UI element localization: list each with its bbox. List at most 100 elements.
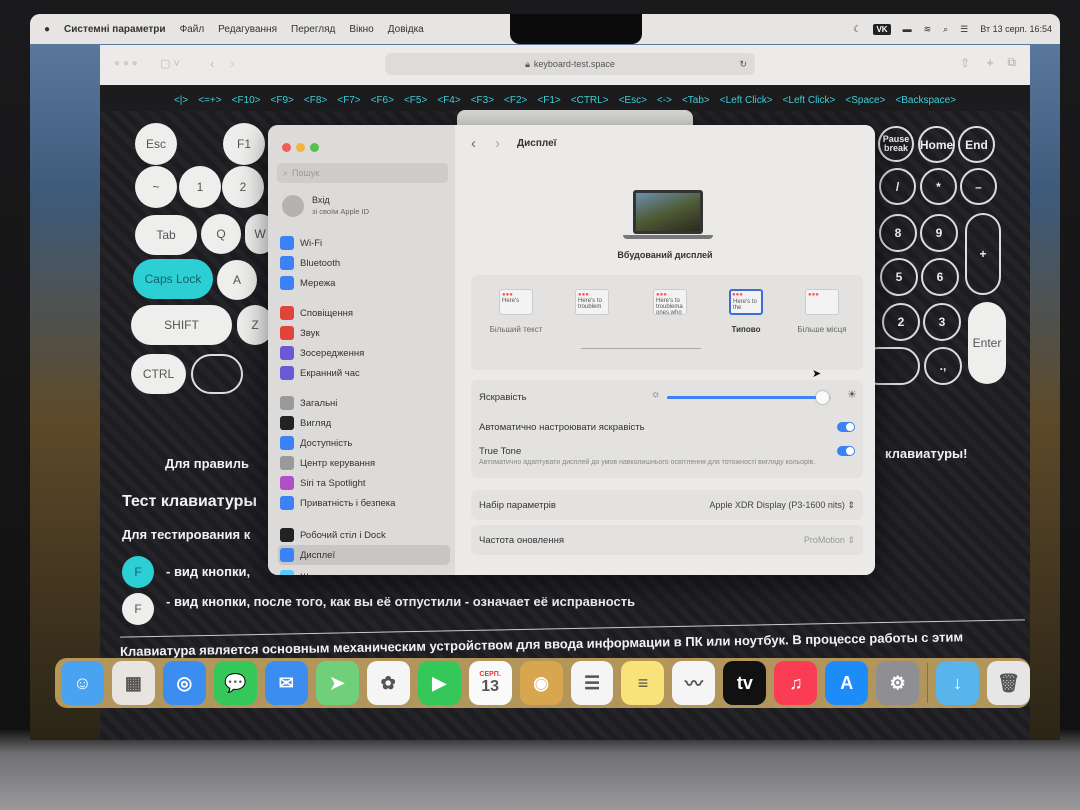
- menu-view[interactable]: Перегляд: [291, 24, 335, 35]
- dock-launchpad-icon[interactable]: ▦: [111, 661, 155, 705]
- zoom-button[interactable]: [310, 143, 319, 152]
- menu-file[interactable]: Файл: [180, 24, 205, 35]
- key-shift[interactable]: SHIFT: [131, 305, 232, 345]
- search-icon[interactable]: ⌕: [943, 24, 948, 35]
- key-a[interactable]: A: [217, 260, 257, 300]
- key-caps[interactable]: Caps Lock: [133, 259, 213, 299]
- dock-app-store-icon[interactable]: A: [825, 661, 869, 705]
- tabs-overview-icon[interactable]: ⧉: [1007, 55, 1016, 70]
- new-tab-icon[interactable]: +: [986, 55, 994, 70]
- key-dot[interactable]: .,: [924, 347, 962, 385]
- back-icon[interactable]: ‹: [471, 135, 476, 152]
- menu-help[interactable]: Довідка: [388, 24, 424, 35]
- dock-safari-icon[interactable]: ◎: [162, 661, 206, 705]
- key-esc[interactable]: Esc: [135, 123, 177, 165]
- sidebar-item-accessibility[interactable]: Доступність: [278, 433, 450, 453]
- menu-app-name[interactable]: Системні параметри: [64, 24, 166, 35]
- key-q[interactable]: Q: [201, 214, 241, 254]
- sidebar-item-siri[interactable]: Siri та Spotlight: [278, 473, 450, 493]
- address-bar[interactable]: 🔒︎ keyboard-test.space ↻: [385, 53, 755, 75]
- dock-settings-icon[interactable]: ⚙: [876, 661, 920, 705]
- back-icon[interactable]: ‹: [210, 56, 214, 71]
- key-k8[interactable]: 8: [879, 214, 917, 252]
- sidebar-item-sun[interactable]: Дисплеї: [278, 545, 450, 565]
- brightness-slider[interactable]: [667, 391, 831, 404]
- sidebar-item-wifi[interactable]: Wi-Fi: [278, 233, 450, 253]
- dock-mail-icon[interactable]: ✉: [264, 661, 308, 705]
- key-k2[interactable]: 2: [882, 303, 920, 341]
- key-k9[interactable]: 9: [920, 214, 958, 252]
- key-tilde[interactable]: ~: [135, 166, 177, 208]
- menu-edit[interactable]: Редагування: [218, 24, 277, 35]
- sidebar-item-gear[interactable]: Загальні: [278, 393, 450, 413]
- sidebar-toggle-icon[interactable]: ▢ ˅: [160, 57, 180, 70]
- sidebar-item-bell[interactable]: Сповіщення: [278, 303, 450, 323]
- sidebar-item-hand[interactable]: Приватність і безпека: [278, 493, 450, 513]
- sidebar-item-control-center[interactable]: Центр керування: [278, 453, 450, 473]
- dock-notes-icon[interactable]: ≡: [621, 661, 665, 705]
- sidebar-item-wallpaper[interactable]: Шпалери: [278, 567, 450, 575]
- close-button[interactable]: [282, 143, 291, 152]
- brightness-thumb[interactable]: [815, 391, 829, 404]
- battery-icon[interactable]: ▬: [903, 24, 912, 34]
- reload-icon[interactable]: ↻: [739, 59, 747, 70]
- key-ctrl[interactable]: CTRL: [131, 354, 186, 394]
- dock-downloads-folder-icon[interactable]: ↓: [936, 661, 980, 705]
- key-k3[interactable]: 3: [923, 303, 961, 341]
- key-star[interactable]: *: [920, 168, 957, 205]
- key-home[interactable]: Home: [918, 126, 955, 163]
- key-blank[interactable]: [191, 354, 243, 394]
- share-icon[interactable]: ⇧: [960, 56, 970, 70]
- sidebar-item-speaker[interactable]: Звук: [278, 323, 450, 343]
- wifi-icon[interactable]: ≋: [924, 24, 932, 35]
- key-k1[interactable]: 1: [179, 166, 221, 208]
- key-plus[interactable]: +: [965, 213, 1001, 295]
- dock-freeform-icon[interactable]: 〰: [672, 661, 716, 705]
- sidebar-item-globe[interactable]: Мережа: [278, 273, 450, 293]
- key-minus[interactable]: –: [960, 168, 997, 205]
- vk-icon[interactable]: VK: [873, 23, 891, 35]
- key-k6[interactable]: 6: [921, 258, 959, 296]
- key-end[interactable]: End: [958, 126, 995, 163]
- sidebar-item-moon[interactable]: Зосередження: [278, 343, 450, 363]
- key-slash[interactable]: /: [879, 168, 916, 205]
- sidebar-item-bluetooth[interactable]: Bluetooth: [278, 253, 450, 273]
- window-controls[interactable]: [282, 139, 324, 157]
- dock-tv-icon[interactable]: tv: [723, 661, 767, 705]
- dock-trash-icon[interactable]: 🗑: [987, 661, 1031, 705]
- dock-photos-icon[interactable]: ✿: [366, 661, 410, 705]
- dock-messages-icon[interactable]: 💬: [213, 661, 257, 705]
- dock-finder-icon[interactable]: ☺: [61, 661, 104, 705]
- key-tab[interactable]: Tab: [135, 215, 197, 255]
- key-enter[interactable]: Enter: [968, 302, 1006, 384]
- dock-maps-icon[interactable]: ➤: [315, 661, 359, 705]
- key-pause[interactable]: Pause break: [878, 126, 914, 162]
- apple-id-title[interactable]: Вхід: [312, 195, 330, 205]
- refresh-select[interactable]: ProMotion ⇕: [804, 535, 855, 546]
- laptop-display-image[interactable]: [633, 190, 703, 234]
- moon-icon[interactable]: ☾: [853, 24, 861, 35]
- minimize-button[interactable]: [296, 143, 305, 152]
- dock-contacts-icon[interactable]: ◉: [519, 661, 563, 705]
- window-controls[interactable]: ● ● ●: [114, 58, 138, 69]
- sidebar-item-dock[interactable]: Робочий стіл і Dock: [278, 525, 450, 545]
- sidebar-item-appearance[interactable]: Вигляд: [278, 413, 450, 433]
- true-tone-toggle[interactable]: [837, 446, 855, 456]
- preset-select[interactable]: Apple XDR Display (P3-1600 nits) ⇕: [709, 500, 855, 511]
- forward-icon[interactable]: ›: [230, 56, 234, 71]
- dock-reminders-icon[interactable]: ☰: [570, 661, 614, 705]
- key-f1[interactable]: F1: [223, 123, 265, 165]
- auto-brightness-toggle[interactable]: [837, 422, 855, 432]
- key-k2[interactable]: 2: [222, 166, 264, 208]
- clock[interactable]: Вт 13 серп. 16:54: [980, 24, 1052, 34]
- forward-icon[interactable]: ›: [495, 135, 500, 152]
- avatar[interactable]: [282, 195, 304, 217]
- menu-window[interactable]: Вікно: [349, 24, 373, 35]
- dock-calendar-icon[interactable]: СЕРП. 13: [468, 661, 512, 705]
- dock-music-icon[interactable]: ♫: [774, 661, 818, 705]
- key-k5[interactable]: 5: [880, 258, 918, 296]
- apple-menu-icon[interactable]: ●: [44, 24, 50, 35]
- sidebar-item-hourglass[interactable]: Екранний час: [278, 363, 450, 383]
- dock-facetime-icon[interactable]: ▶: [417, 661, 461, 705]
- settings-search[interactable]: ⌕ Пошук: [277, 163, 448, 183]
